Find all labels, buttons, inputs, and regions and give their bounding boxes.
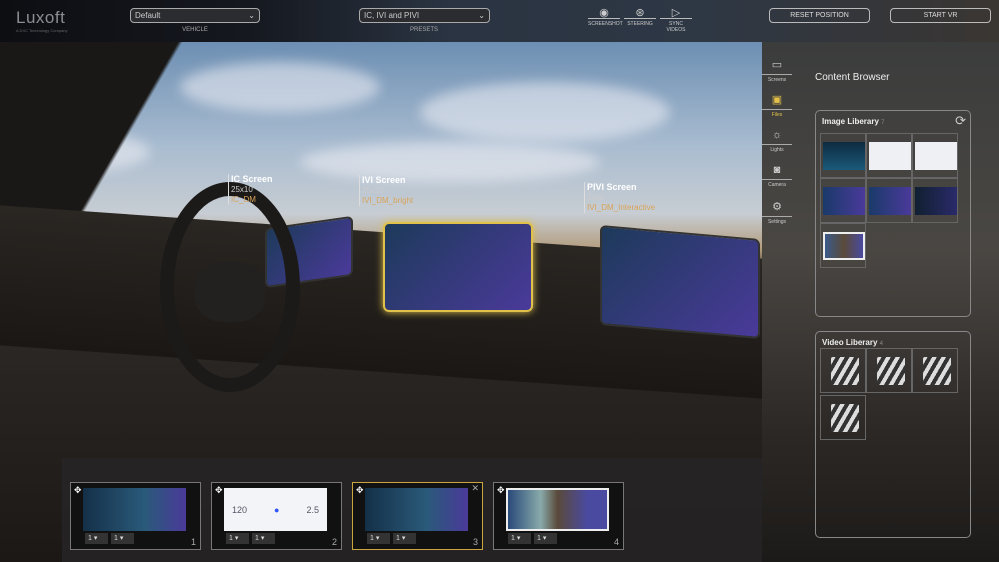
video-library-title: Video Liberary [822,338,878,347]
luxoft-logo: Luxoft A DXC Technology Company [16,8,68,33]
camera-icon: ◙ [762,164,792,180]
video-item[interactable] [912,348,958,393]
screen-thumbnail-selected[interactable]: ✥ ✕ 1 ▾ 1 ▾ 3 [352,482,483,550]
content-sidebar: ▭ Screens ▣ Files ☼ Lights ◙ Camera ⚙ Setting… [762,42,999,562]
steering-button[interactable]: ⊛ STEERING [624,6,656,27]
clapperboard-icon [831,357,859,385]
video-count: 4 [879,341,884,347]
video-library-panel: Video Liberary 4 [815,331,971,538]
image-count: 7 [881,120,885,126]
thumbnail-number: 3 [472,537,478,547]
ivi-screen[interactable] [383,222,533,312]
vehicle-caption: VEHICLE [182,27,208,33]
close-icon[interactable]: ✕ [471,483,479,494]
chevron-down-icon: ⌄ [248,11,255,20]
ivi-screen-label: IVI Screen 25x10 IVI_DM_bright [359,175,413,206]
video-item[interactable] [820,348,866,393]
move-icon[interactable]: ✥ [356,485,364,496]
image-item[interactable] [820,133,866,178]
dropdown[interactable]: 1 ▾ [226,533,249,544]
nav-lights[interactable]: ☼ Lights [762,129,792,153]
image-library-title: Image Liberary [822,117,879,126]
chevron-down-icon: ⌄ [478,11,485,20]
move-icon[interactable]: ✥ [74,485,82,496]
play-icon: ▷ [660,6,692,19]
video-item[interactable] [820,395,866,440]
steering-icon: ⊛ [624,6,656,19]
ic-screen-label: IC Screen 25x10 IC_DM [228,174,273,205]
reset-position-button[interactable]: RESET POSITION [769,8,870,23]
pivi-screen-label: PIVI Screen 24x9 IVI_DM_Interactive [584,182,655,213]
steering-hub [195,262,265,322]
dropdown[interactable]: 1 ▾ [111,533,134,544]
image-item[interactable] [820,178,866,223]
screen-thumbnail-strip: ✥ 1 ▾ 1 ▾ 1 120 ● 2.5 ✥ 1 ▾ 1 ▾ 2 ✥ ✕ 1 ▾ … [62,458,792,562]
nav-settings[interactable]: ⚙ Settings [762,200,792,225]
image-item[interactable] [866,178,912,223]
image-item[interactable] [912,178,958,223]
screen-thumbnail[interactable]: ✥ 1 ▾ 1 ▾ 4 [493,482,624,550]
presets-select[interactable]: IC, IVI and PIVI ⌄ [359,8,490,23]
nav-files[interactable]: ▣ Files [762,93,792,118]
start-vr-button[interactable]: START VR [890,8,991,23]
image-library-panel: Image Liberary 7 ⟳ [815,110,971,317]
video-item[interactable] [866,348,912,393]
image-item[interactable] [866,133,912,178]
clapperboard-icon [877,357,905,385]
dropdown[interactable]: 1 ▾ [252,533,275,544]
screenshot-button[interactable]: ◉ SCREENSHOT [588,6,623,27]
content-browser-title: Content Browser [815,72,890,83]
monitor-icon: ▭ [762,58,792,75]
dropdown[interactable]: 1 ▾ [367,533,390,544]
dropdown[interactable]: 1 ▾ [85,533,108,544]
image-item[interactable] [912,133,958,178]
sun-icon: ☼ [762,129,792,145]
dropdown[interactable]: 1 ▾ [508,533,531,544]
screen-thumbnail[interactable]: 120 ● 2.5 ✥ 1 ▾ 1 ▾ 2 [211,482,342,550]
thumbnail-number: 2 [331,537,337,547]
vehicle-select[interactable]: Default ⌄ [130,8,260,23]
presets-caption: PRESETS [409,27,438,33]
refresh-icon[interactable]: ⟳ [955,113,966,129]
dropdown[interactable]: 1 ▾ [534,533,557,544]
gear-icon: ⚙ [762,200,792,217]
top-toolbar: Luxoft A DXC Technology Company Default ⌄ … [0,0,999,42]
clapperboard-icon [831,404,859,432]
image-item[interactable] [820,223,866,268]
dropdown[interactable]: 1 ▾ [393,533,416,544]
camera-aperture-icon: ◉ [588,6,620,19]
sync-videos-button[interactable]: ▷ SYNC VIDEOS [660,6,692,33]
screen-thumbnail[interactable]: ✥ 1 ▾ 1 ▾ 1 [70,482,201,550]
thumbnail-number: 4 [613,537,619,547]
move-icon[interactable]: ✥ [215,485,223,496]
images-icon: ▣ [762,93,792,110]
move-icon[interactable]: ✥ [497,485,505,496]
nav-camera[interactable]: ◙ Camera [762,164,792,188]
clapperboard-icon [923,357,951,385]
nav-screens[interactable]: ▭ Screens [762,58,792,83]
thumbnail-number: 1 [190,537,196,547]
pivi-screen[interactable] [600,225,760,339]
